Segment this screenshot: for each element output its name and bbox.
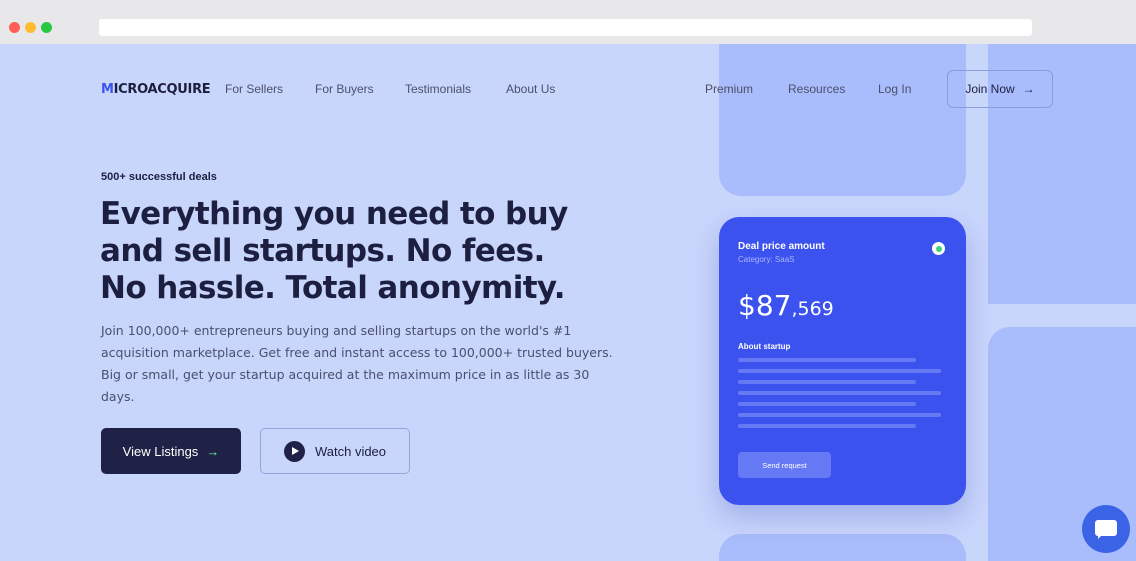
- about-startup-label: About startup: [738, 342, 791, 351]
- nav-link-log-in[interactable]: Log In: [878, 82, 911, 96]
- maximize-window-icon[interactable]: [41, 22, 52, 33]
- nav-link-testimonials[interactable]: Testimonials: [405, 82, 471, 96]
- play-icon: [283, 440, 305, 462]
- placeholder-line: [738, 380, 916, 384]
- watch-video-button[interactable]: Watch video: [260, 428, 410, 474]
- deal-price-card: Deal price amount Category: SaaS $87,569…: [719, 217, 966, 505]
- deal-price: $87,569: [738, 289, 834, 322]
- description-line: acquisition marketplace. Get free and in…: [101, 345, 613, 360]
- address-bar[interactable]: [99, 19, 1032, 36]
- placeholder-line: [738, 402, 916, 406]
- minimize-window-icon[interactable]: [25, 22, 36, 33]
- nav-link-resources[interactable]: Resources: [788, 82, 845, 96]
- headline-line: Everything you need to buy: [100, 196, 568, 232]
- headline-line: No hassle. Total anonymity.: [100, 270, 565, 306]
- headline-line: and sell startups. No fees.: [100, 233, 545, 269]
- placeholder-line: [738, 424, 916, 428]
- brand-logo[interactable]: MICROACQUIRE: [101, 82, 211, 97]
- description-line: Big or small, get your startup acquired …: [101, 367, 590, 404]
- close-window-icon[interactable]: [9, 22, 20, 33]
- nav-link-premium[interactable]: Premium: [705, 82, 753, 96]
- placeholder-line: [738, 413, 941, 417]
- logo-initial: M: [101, 82, 114, 97]
- price-decimals: ,569: [791, 298, 834, 320]
- card-category: Category: SaaS: [738, 255, 795, 264]
- placeholder-line: [738, 369, 941, 373]
- status-dot-icon: [932, 242, 945, 255]
- chat-launcher-button[interactable]: [1082, 505, 1130, 553]
- send-request-button[interactable]: Send request: [738, 452, 831, 478]
- description-line: Join 100,000+ entrepreneurs buying and s…: [101, 323, 572, 338]
- view-listings-button[interactable]: View Listings →: [101, 428, 241, 474]
- nav-link-for-buyers[interactable]: For Buyers: [315, 82, 374, 96]
- join-now-label: Join Now: [965, 82, 1015, 96]
- logo-text: ICROACQUIRE: [113, 82, 211, 97]
- price-main: $87: [738, 289, 792, 322]
- deals-kicker: 500+ successful deals: [101, 171, 217, 183]
- chat-icon: [1095, 520, 1117, 539]
- landing-page: MICROACQUIRE For Sellers For Buyers Test…: [0, 44, 1136, 561]
- decorative-panel: [719, 44, 966, 196]
- watch-video-label: Watch video: [314, 443, 387, 459]
- join-now-button[interactable]: Join Now →: [947, 70, 1053, 108]
- decorative-panel: [719, 534, 966, 561]
- view-listings-label: View Listings: [122, 443, 199, 459]
- arrow-right-icon: →: [1022, 82, 1035, 96]
- nav-link-about-us[interactable]: About Us: [506, 82, 555, 96]
- card-title: Deal price amount: [738, 241, 825, 252]
- nav-link-for-sellers[interactable]: For Sellers: [225, 82, 283, 96]
- hero-headline: Everything you need to buy and sell star…: [100, 196, 700, 307]
- browser-chrome: [0, 0, 1136, 45]
- arrow-right-icon: →: [206, 443, 220, 459]
- placeholder-line: [738, 358, 916, 362]
- hero-description: Join 100,000+ entrepreneurs buying and s…: [101, 320, 621, 408]
- placeholder-line: [738, 391, 941, 395]
